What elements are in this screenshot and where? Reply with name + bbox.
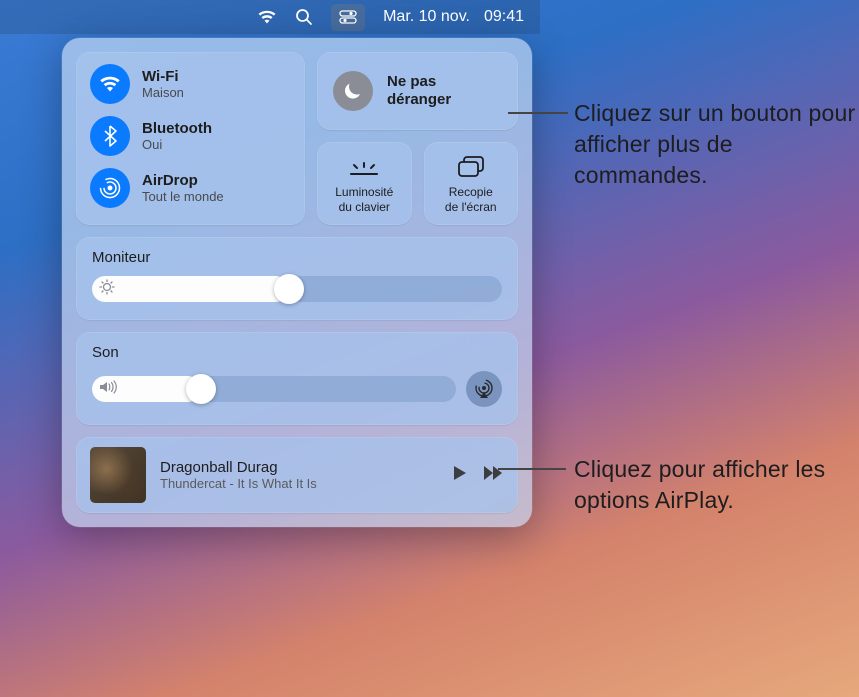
callout-text-1: Cliquez sur un bouton pour afficher plus… xyxy=(574,98,859,191)
menubar: Mar. 10 nov. 09:41 xyxy=(0,0,540,34)
album-art xyxy=(90,447,146,503)
wifi-button[interactable]: Wi-Fi Maison xyxy=(90,64,291,104)
display-slider[interactable] xyxy=(92,276,502,302)
brightness-icon xyxy=(99,279,115,300)
kb-label-2: du clavier xyxy=(335,200,393,215)
wifi-label: Wi-Fi xyxy=(142,68,184,85)
dnd-label-2: déranger xyxy=(387,91,451,109)
next-button[interactable] xyxy=(482,464,504,487)
menubar-datetime[interactable]: Mar. 10 nov. 09:41 xyxy=(383,8,524,26)
display-tile: Moniteur xyxy=(76,237,518,320)
bluetooth-button[interactable]: Bluetooth Oui xyxy=(90,116,291,156)
now-playing-tile[interactable]: Dragonball Durag Thundercat - It Is What… xyxy=(76,437,518,513)
dnd-button[interactable]: Ne pas déranger xyxy=(317,52,518,130)
menubar-time: 09:41 xyxy=(484,8,524,26)
bluetooth-status: Oui xyxy=(142,137,212,152)
bluetooth-icon xyxy=(90,116,130,156)
sound-slider[interactable] xyxy=(92,376,456,402)
moon-icon xyxy=(333,71,373,111)
sound-label: Son xyxy=(92,344,502,361)
airplay-icon xyxy=(473,378,495,400)
wifi-icon xyxy=(90,64,130,104)
airdrop-icon xyxy=(90,168,130,208)
airdrop-status: Tout le monde xyxy=(142,189,224,204)
callout-line xyxy=(508,112,568,114)
play-button[interactable] xyxy=(450,464,468,487)
airdrop-button[interactable]: AirDrop Tout le monde xyxy=(90,168,291,208)
screen-mirroring-icon xyxy=(456,152,486,182)
wifi-menubar-icon[interactable] xyxy=(257,10,277,25)
callout-line xyxy=(498,468,566,470)
now-playing-subtitle: Thundercat - It Is What It Is xyxy=(160,476,436,491)
screen-mirroring-button[interactable]: Recopie de l'écran xyxy=(424,142,519,225)
airdrop-label: AirDrop xyxy=(142,172,224,189)
mirror-label-2: de l'écran xyxy=(445,200,497,215)
wifi-status: Maison xyxy=(142,85,184,100)
now-playing-title: Dragonball Durag xyxy=(160,459,436,476)
speaker-icon xyxy=(99,380,117,399)
connectivity-tile: Wi-Fi Maison Bluetooth Oui AirDrop xyxy=(76,52,305,225)
keyboard-brightness-icon xyxy=(348,152,380,182)
menubar-date: Mar. 10 nov. xyxy=(383,8,470,26)
sound-tile: Son xyxy=(76,332,518,425)
control-center-menubar-icon[interactable] xyxy=(331,4,365,31)
control-center-panel: Wi-Fi Maison Bluetooth Oui AirDrop xyxy=(62,38,532,527)
keyboard-brightness-button[interactable]: Luminosité du clavier xyxy=(317,142,412,225)
kb-label-1: Luminosité xyxy=(335,185,393,200)
bluetooth-label: Bluetooth xyxy=(142,120,212,137)
callout-text-2: Cliquez pour afficher les options AirPla… xyxy=(574,454,859,516)
mirror-label-1: Recopie xyxy=(445,185,497,200)
dnd-label-1: Ne pas xyxy=(387,73,451,91)
search-menubar-icon[interactable] xyxy=(295,8,313,26)
airplay-button[interactable] xyxy=(466,371,502,407)
display-label: Moniteur xyxy=(92,249,502,266)
